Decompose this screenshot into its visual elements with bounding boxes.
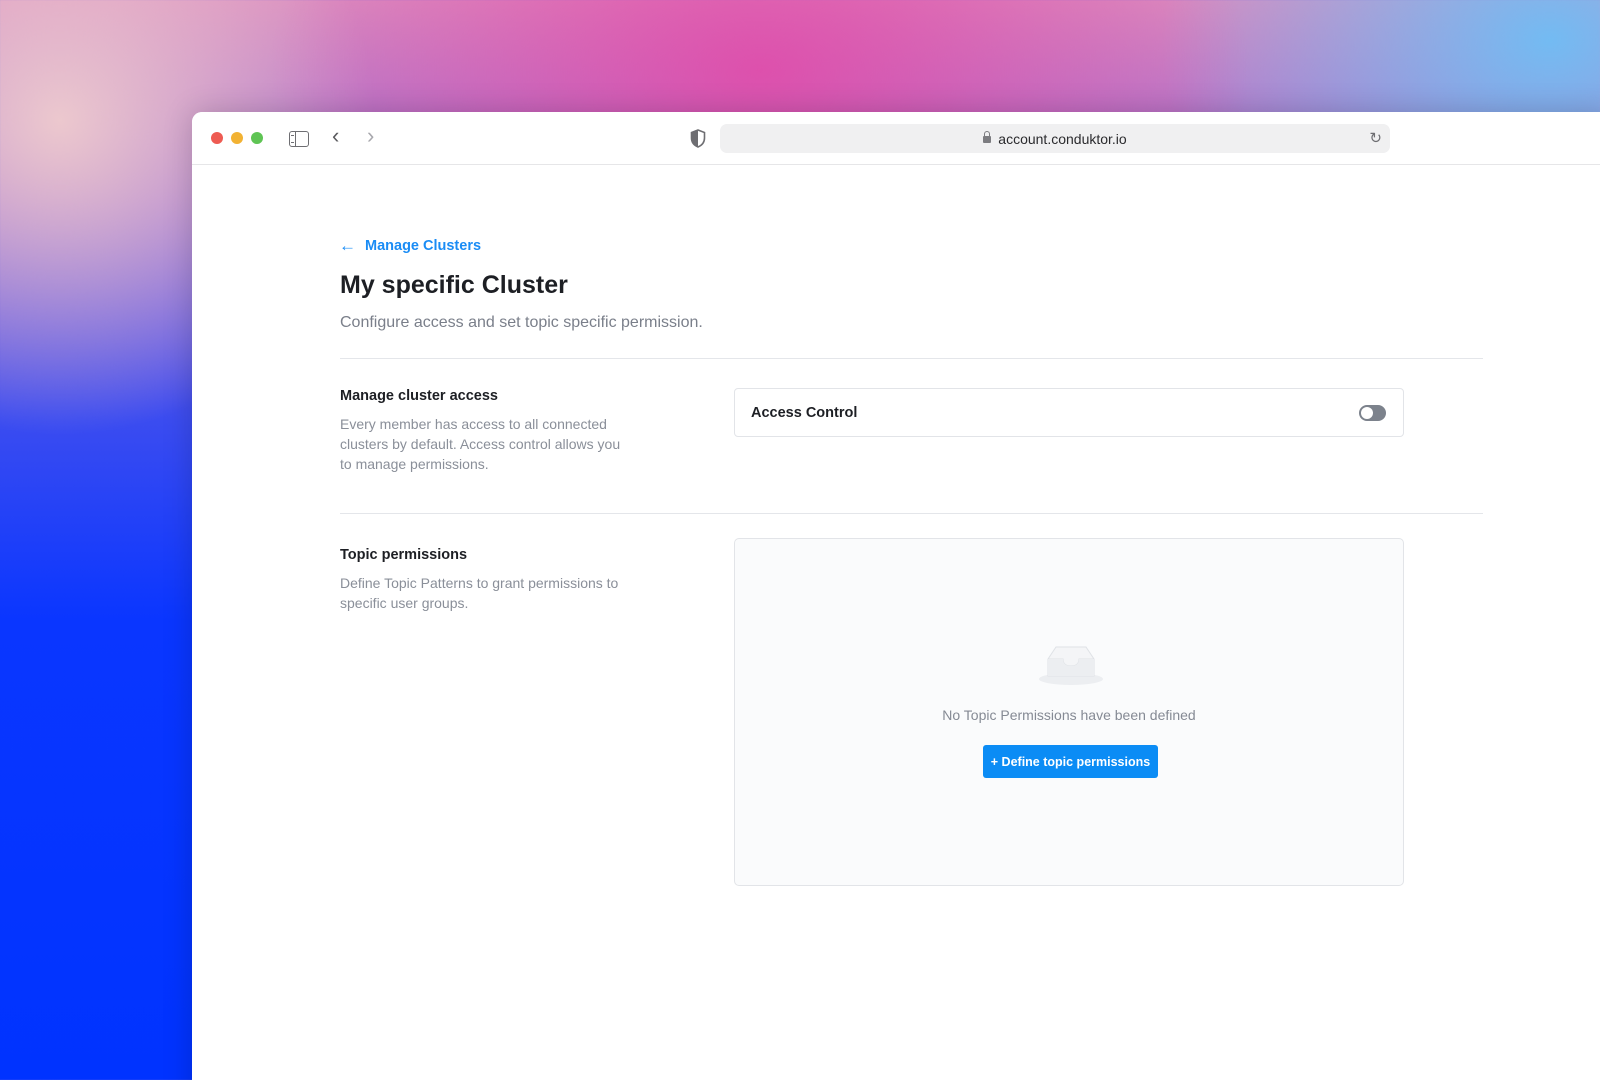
minimize-window-button[interactable] xyxy=(231,132,243,144)
sidebar-toggle-icon[interactable] xyxy=(289,131,309,147)
empty-state-text: No Topic Permissions have been defined xyxy=(942,707,1196,723)
topic-permissions-title: Topic permissions xyxy=(340,547,468,563)
define-topic-permissions-button[interactable]: + Define topic permissions xyxy=(983,745,1158,778)
access-control-card: Access Control xyxy=(734,388,1404,437)
url-text: account.conduktor.io xyxy=(998,130,1127,147)
page-title: My specific Cluster xyxy=(340,271,568,299)
arrow-left-icon: ← xyxy=(339,236,356,255)
section-divider xyxy=(340,513,1483,514)
page-subtitle: Configure access and set topic specific … xyxy=(340,314,703,331)
reload-icon[interactable]: ↻ xyxy=(1369,129,1382,147)
privacy-shield-icon[interactable] xyxy=(690,129,706,148)
address-bar[interactable]: account.conduktor.io ↻ xyxy=(720,124,1390,153)
cluster-access-title: Manage cluster access xyxy=(340,388,498,404)
back-link-label: Manage Clusters xyxy=(365,238,482,254)
cluster-access-description: Every member has access to all connected… xyxy=(340,416,621,472)
topic-permissions-card: No Topic Permissions have been defined +… xyxy=(734,538,1404,886)
browser-toolbar: ‹ › account.conduktor.io ↻ xyxy=(192,112,1600,165)
toggle-knob xyxy=(1361,406,1373,419)
page-content: ← Manage Clusters My specific Cluster Co… xyxy=(192,166,1600,1080)
window-controls xyxy=(211,132,263,144)
back-nav-icon[interactable]: ‹ xyxy=(332,123,339,149)
manage-clusters-link[interactable]: ← Manage Clusters xyxy=(339,236,481,256)
maximize-window-button[interactable] xyxy=(251,132,263,144)
browser-window: ‹ › account.conduktor.io ↻ ← Manage Clus… xyxy=(192,112,1600,1080)
forward-nav-icon[interactable]: › xyxy=(367,123,374,149)
close-window-button[interactable] xyxy=(211,132,223,144)
access-control-toggle[interactable] xyxy=(1359,404,1386,421)
section-divider xyxy=(340,358,1483,359)
lock-icon xyxy=(983,131,992,143)
topic-permissions-description: Define Topic Patterns to grant permissio… xyxy=(340,575,619,611)
access-control-label: Access Control xyxy=(751,404,858,421)
empty-inbox-icon xyxy=(1039,646,1103,685)
